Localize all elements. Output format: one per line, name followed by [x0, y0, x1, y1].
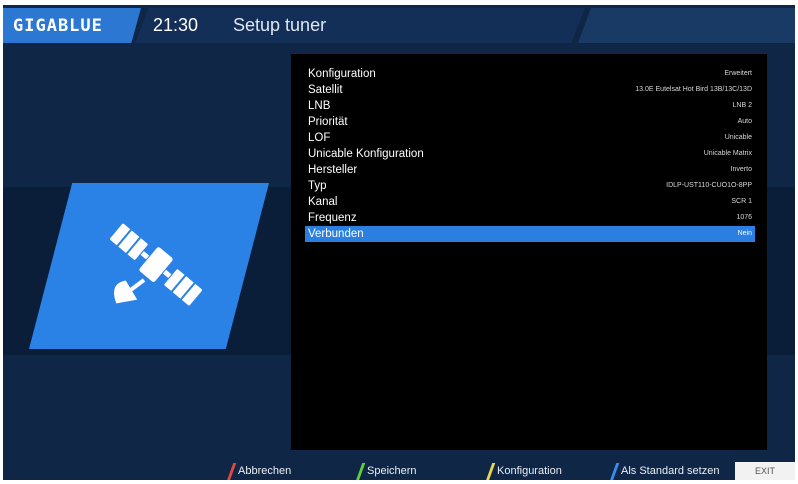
setting-row-verbunden[interactable]: Verbunden Nein [305, 226, 755, 242]
setting-value: IDLP-UST110-CUO1O-8PP [666, 182, 752, 189]
setting-value: Nein [737, 230, 752, 237]
setting-row-konfiguration[interactable]: Konfiguration Erweitert [305, 66, 755, 82]
yellow-button-label: Konfiguration [497, 465, 562, 477]
red-button-label: Abbrechen [238, 465, 292, 477]
header-right-area [578, 8, 795, 43]
green-key-indicator [355, 463, 366, 480]
red-button-cancel[interactable]: Abbrechen [226, 462, 292, 480]
setting-row-unicable-konfiguration[interactable]: Unicable Konfiguration Unicable Matrix [305, 146, 755, 162]
yellow-key-indicator [485, 463, 496, 480]
setting-label: LOF [308, 132, 331, 144]
setting-value: Inverto [730, 166, 752, 173]
tv-screen: GIGABLUE 21:30 Setup tuner Konfiguration… [3, 5, 795, 480]
setting-value: SCR 1 [731, 198, 752, 205]
setting-label: Typ [308, 180, 327, 192]
setting-label: Priorität [308, 116, 348, 128]
clock: 21:30 [153, 15, 199, 35]
setting-row-prioritaet[interactable]: Priorität Auto [305, 114, 755, 130]
settings-list: Konfiguration Erweitert Satellit 13.0E E… [291, 54, 767, 450]
setting-value: Unicable Matrix [703, 150, 752, 157]
setting-label: Frequenz [308, 212, 357, 224]
setting-label: LNB [308, 100, 331, 112]
setting-row-kanal[interactable]: Kanal SCR 1 [305, 194, 755, 210]
brand-logo: GIGABLUE [13, 16, 103, 36]
header-bar: GIGABLUE 21:30 Setup tuner [3, 8, 795, 43]
setting-row-frequenz[interactable]: Frequenz 1076 [305, 210, 755, 226]
setting-value: LNB 2 [732, 102, 752, 109]
setting-label: Kanal [308, 196, 338, 208]
setting-label: Konfiguration [308, 68, 376, 80]
setting-label: Satellit [308, 84, 343, 96]
setting-row-satellit[interactable]: Satellit 13.0E Eutelsat Hot Bird 13B/13C… [305, 82, 755, 98]
setting-row-hersteller[interactable]: Hersteller Inverto [305, 162, 755, 178]
setting-value: 1076 [736, 214, 752, 221]
green-button-save[interactable]: Speichern [355, 462, 417, 480]
blue-button-label: Als Standard setzen [621, 465, 720, 477]
setting-value: Erweitert [724, 70, 752, 77]
blue-button-set-default[interactable]: Als Standard setzen [609, 462, 720, 480]
setting-row-lnb[interactable]: LNB LNB 2 [305, 98, 755, 114]
setting-row-lof[interactable]: LOF Unicable [305, 130, 755, 146]
setting-value: Unicable [724, 134, 752, 141]
satellite-icon [109, 222, 203, 307]
title-area [135, 8, 585, 43]
setting-row-typ[interactable]: Typ IDLP-UST110-CUO1O-8PP [305, 178, 755, 194]
setting-value: Auto [737, 118, 752, 125]
setting-label: Verbunden [308, 228, 364, 240]
page-title: Setup tuner [233, 15, 327, 35]
green-button-label: Speichern [367, 465, 417, 477]
yellow-button-configuration[interactable]: Konfiguration [485, 462, 562, 480]
setting-value: 13.0E Eutelsat Hot Bird 13B/13C/13D [635, 86, 752, 93]
setting-label: Hersteller [308, 164, 358, 176]
red-key-indicator [226, 463, 237, 480]
setting-label: Unicable Konfiguration [308, 148, 424, 160]
exit-button[interactable]: EXIT [735, 462, 795, 480]
blue-key-indicator [609, 463, 620, 480]
footer-bar: Abbrechen Speichern Konfiguration Als St… [3, 462, 795, 480]
